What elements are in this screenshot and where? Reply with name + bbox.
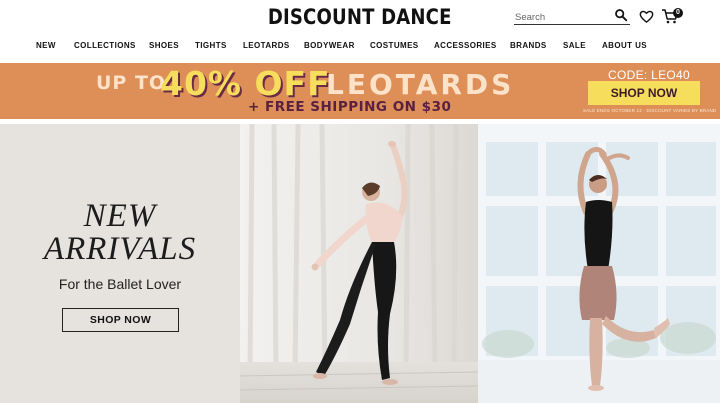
nav-item-new[interactable]: NEW <box>36 41 56 50</box>
nav-item-shoes[interactable]: SHOES <box>149 41 179 50</box>
nav-item-about-us[interactable]: ABOUT US <box>602 41 647 50</box>
cart-count-badge: 0 <box>673 8 683 18</box>
nav-item-bodywear[interactable]: BODYWEAR <box>304 41 355 50</box>
hero-title-line2: ARRIVALS <box>43 231 197 267</box>
nav-item-leotards[interactable]: LEOTARDS <box>243 41 290 50</box>
nav-item-collections[interactable]: COLLECTIONS <box>74 41 136 50</box>
hero-subtitle: For the Ballet Lover <box>58 276 182 292</box>
site-header: DISCOUNT DANCE 0 <box>0 0 720 36</box>
hero-shop-now-button[interactable]: SHOP NOW <box>62 308 179 332</box>
search-bar <box>514 7 630 26</box>
promo-percent-off: 40% OFF <box>160 64 331 103</box>
nav-item-tights[interactable]: TIGHTS <box>195 41 227 50</box>
hero-section: NEW ARRIVALS For the Ballet Lover SHOP N… <box>0 124 720 403</box>
promo-up-to: UP TO <box>96 72 167 94</box>
promo-category: LEOTARDS <box>326 68 515 101</box>
nav-item-sale[interactable]: SALE <box>563 41 586 50</box>
nav-item-costumes[interactable]: COSTUMES <box>370 41 419 50</box>
hero-image-dancer-curtain[interactable] <box>240 124 478 403</box>
wishlist-heart-icon[interactable] <box>639 9 654 24</box>
promo-free-shipping: + FREE SHIPPING ON $30 <box>248 99 452 115</box>
nav-item-accessories[interactable]: ACCESSORIES <box>434 41 497 50</box>
promo-code: CODE: LEO40 <box>608 68 690 82</box>
search-input[interactable] <box>514 9 610 26</box>
nav-item-brands[interactable]: BRANDS <box>510 41 547 50</box>
promo-shop-now-button[interactable]: SHOP NOW <box>588 81 700 105</box>
promo-fine-print: SALE ENDS OCTOBER 12 · DISCOUNT VARIES B… <box>583 108 717 113</box>
hero-text-panel: NEW ARRIVALS For the Ballet Lover SHOP N… <box>0 124 240 403</box>
hero-title-line1: NEW <box>83 198 157 234</box>
search-icon[interactable] <box>614 8 628 22</box>
hero-image-dancer-window[interactable] <box>478 124 720 403</box>
main-nav: NEW COLLECTIONS SHOES TIGHTS LEOTARDS BO… <box>0 38 720 56</box>
